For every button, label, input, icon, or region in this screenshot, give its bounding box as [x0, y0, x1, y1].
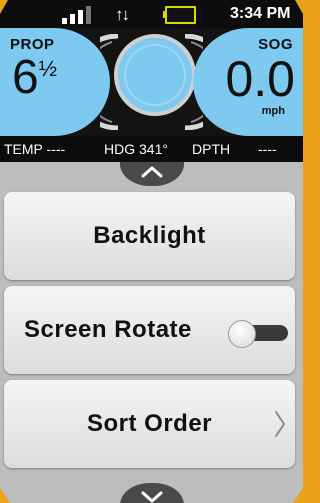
screen-rotate-row[interactable]: Screen Rotate [4, 286, 295, 374]
scroll-up-button[interactable] [120, 162, 184, 186]
prop-fraction: ½ [38, 56, 58, 81]
depth-value: ---- [258, 141, 277, 157]
data-transfer-icon: ↑↓ [115, 5, 130, 24]
gauge-panel: PROP 6½ SOG 0.0 mph [0, 28, 303, 136]
sort-order-button[interactable]: Sort Order [4, 380, 295, 468]
status-bar: ↑↓ 3:34 PM [0, 0, 303, 28]
battery-icon [163, 6, 196, 24]
temp-readout: TEMP ---- [4, 141, 66, 157]
chevron-up-icon [141, 166, 163, 178]
screen-rotate-toggle[interactable] [228, 320, 288, 348]
sog-unit: mph [261, 105, 285, 117]
info-strip: TEMP ---- HDG 341° DPTH ---- [0, 136, 303, 162]
screen-rotate-label: Screen Rotate [24, 316, 192, 343]
signal-strength-icon [62, 6, 96, 24]
settings-menu: Backlight Screen Rotate Sort Order [0, 162, 303, 503]
clock: 3:34 PM [230, 5, 291, 22]
sog-gauge: SOG 0.0 mph [193, 28, 303, 136]
depth-label: DPTH [192, 141, 231, 157]
sog-value: 0.0 [225, 51, 295, 107]
scroll-down-button[interactable] [120, 483, 184, 503]
prop-value: 6½ [12, 51, 58, 104]
chevron-right-icon [275, 411, 286, 437]
backlight-label: Backlight [93, 222, 206, 249]
sort-order-label: Sort Order [86, 410, 213, 437]
heading-readout: HDG 341° [104, 141, 168, 157]
device-screen: ↑↓ 3:34 PM PROP 6½ SOG 0.0 mph TEMP ----… [0, 0, 303, 503]
prop-gauge: PROP 6½ [0, 28, 110, 136]
chevron-down-icon [141, 491, 163, 503]
backlight-button[interactable]: Backlight [4, 192, 295, 280]
